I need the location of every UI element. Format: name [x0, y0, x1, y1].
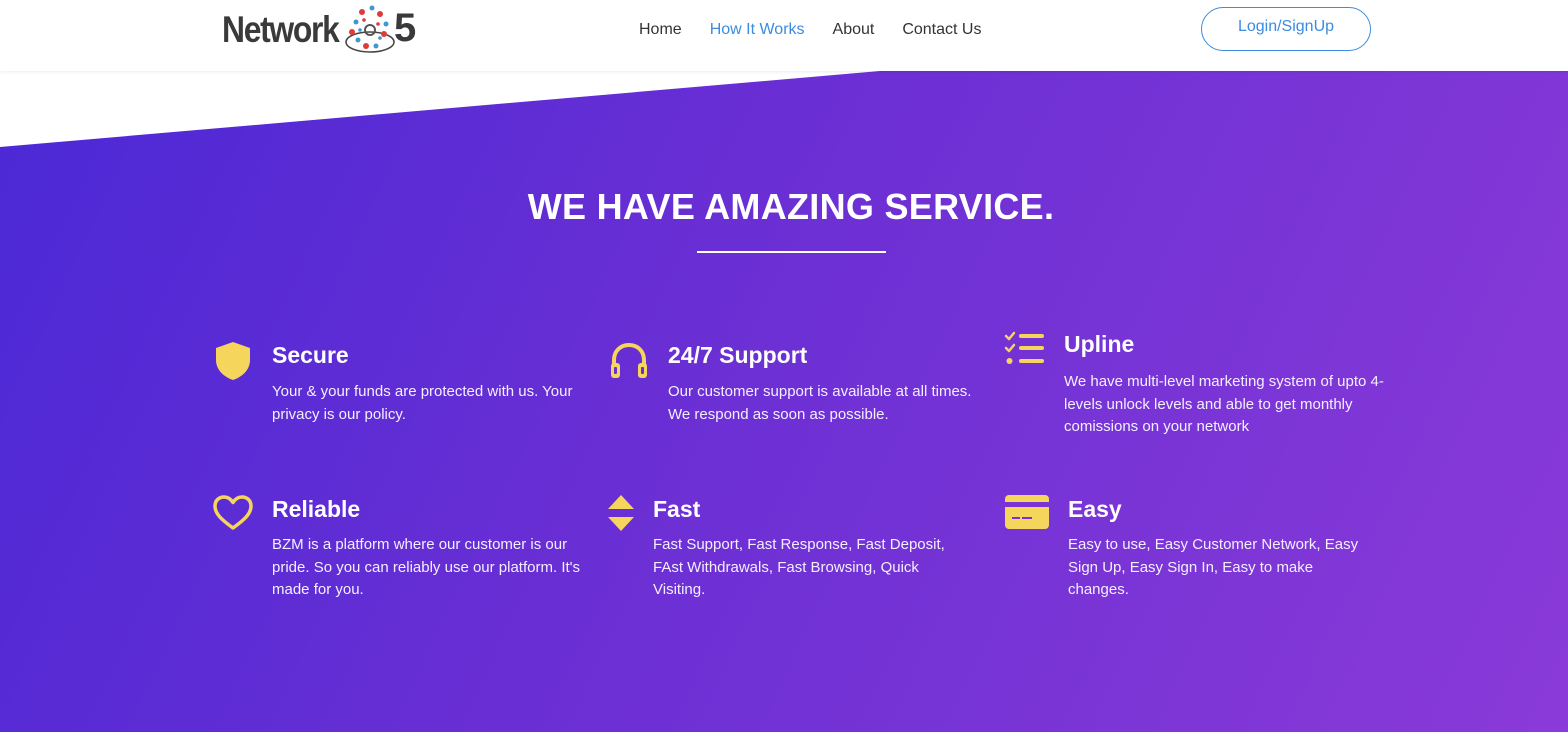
feature-support: 24/7 Support Our customer support is ava…	[608, 338, 988, 438]
feature-title: Upline	[1064, 331, 1135, 357]
feature-easy: Easy Easy to use, Easy Customer Network,…	[1004, 492, 1384, 602]
services-hero: WE HAVE AMAZING SERVICE. Secure Your & y…	[0, 0, 1568, 732]
logo-wordmark: Network	[222, 9, 340, 50]
login-signup-button[interactable]: Login/SignUp	[1201, 7, 1371, 51]
feature-text: Your & your funds are protected with us.…	[272, 383, 573, 423]
feature-title: Reliable	[272, 496, 361, 522]
site-header: Network 5 Home How It Works About Contac…	[0, 0, 1568, 71]
feature-fast: Fast Fast Support, Fast Response, Fast D…	[607, 492, 987, 602]
nav-home[interactable]: Home	[639, 20, 682, 40]
feature-reliable: Reliable BZM is a platform where our cus…	[212, 492, 592, 602]
logo-number: 5	[394, 6, 417, 50]
nav-how-it-works[interactable]: How It Works	[710, 20, 805, 40]
feature-title: Easy	[1068, 496, 1122, 522]
title-underline	[697, 251, 886, 253]
feature-text: Fast Support, Fast Response, Fast Deposi…	[653, 536, 945, 598]
feature-text: Easy to use, Easy Customer Network, Easy…	[1068, 536, 1359, 598]
feature-upline: Upline We have multi-level marketing sys…	[1004, 329, 1384, 439]
shield-icon	[213, 340, 253, 387]
credit-card-icon	[1004, 494, 1050, 535]
headphones-icon	[608, 340, 650, 387]
heart-icon	[212, 494, 254, 537]
checklist-icon	[1004, 331, 1046, 372]
feature-secure: Secure Your & your funds are protected w…	[213, 338, 593, 438]
nav-contact-us[interactable]: Contact Us	[902, 20, 981, 40]
feature-title: 24/7 Support	[668, 342, 808, 368]
main-nav: Home How It Works About Contact Us	[639, 20, 1009, 40]
feature-title: Fast	[653, 496, 701, 522]
feature-text: Our customer support is available at all…	[668, 383, 972, 423]
feature-title: Secure	[272, 342, 349, 368]
feature-text: BZM is a platform where our customer is …	[272, 536, 581, 598]
nav-about[interactable]: About	[833, 20, 875, 40]
feature-text: We have multi-level marketing system of …	[1064, 373, 1384, 435]
sort-arrows-icon	[607, 494, 635, 537]
network-dots-icon	[345, 5, 395, 53]
site-logo[interactable]: Network 5	[222, 2, 422, 58]
section-title: WE HAVE AMAZING SERVICE.	[527, 186, 1055, 227]
